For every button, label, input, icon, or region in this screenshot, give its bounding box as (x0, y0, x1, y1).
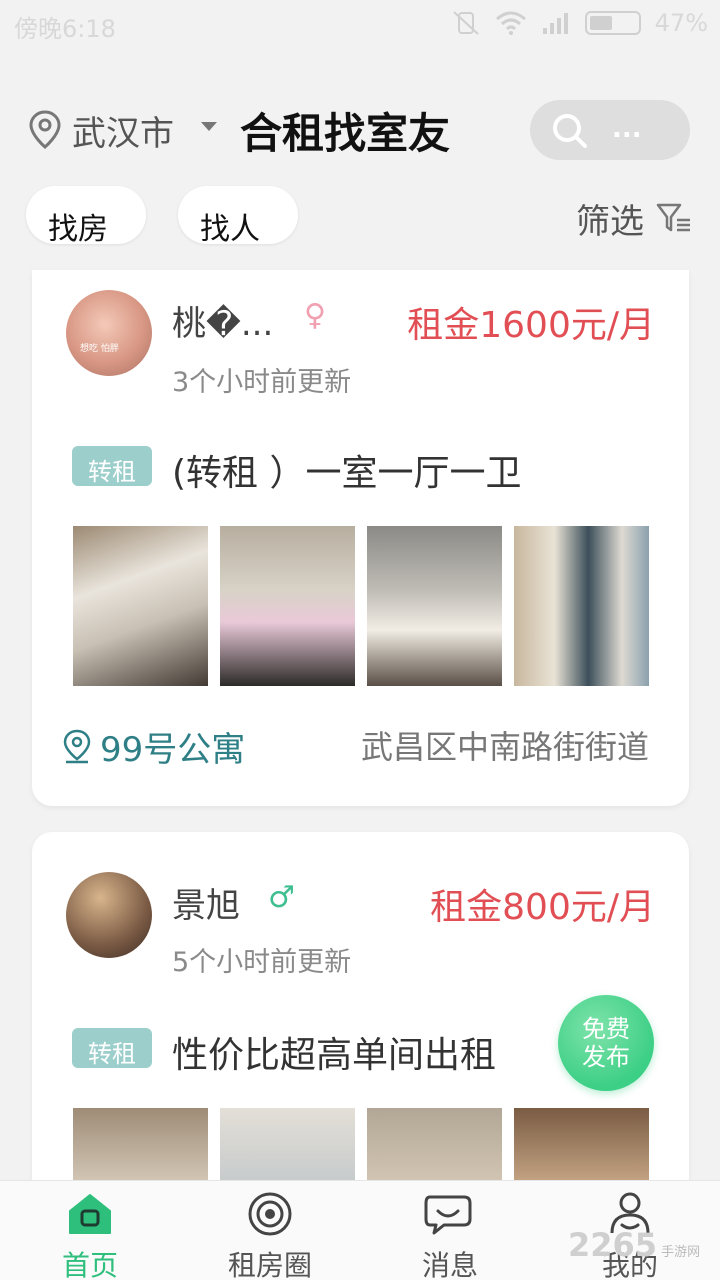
wifi-icon (495, 11, 526, 35)
signal-icon (542, 13, 568, 34)
rent-price: 租金1600元/月 (407, 305, 655, 346)
listing-tag: 转租 (72, 446, 152, 486)
photo-strip (73, 526, 649, 686)
rent-price: 租金800元/月 (430, 887, 655, 928)
updated-time: 5个小时前更新 (172, 947, 352, 978)
chevron-down-icon[interactable] (201, 122, 217, 131)
tab-bar: 找房 找人 筛选 (0, 184, 720, 248)
publish-line-1: 免费 (582, 1015, 630, 1043)
watermark-sub: 手游网 (661, 1245, 701, 1260)
page-title: 合租找室友 (240, 109, 451, 158)
search-icon (553, 114, 587, 148)
home-icon (69, 1194, 111, 1234)
listing-title: 性价比超高单间出租 (172, 1035, 497, 1076)
updated-time: 3个小时前更新 (172, 367, 352, 398)
battery-percent: 47% (654, 9, 708, 37)
location-pin-icon (63, 729, 91, 763)
nav-messages-label: 消息 (421, 1249, 478, 1280)
room-photo[interactable] (514, 526, 649, 686)
listing-title: (转租 ）一室一厅一卫 (172, 453, 522, 494)
status-bar: 傍晚6:18 47% (0, 0, 720, 48)
nav-home[interactable]: 首页 (30, 1191, 150, 1280)
listing-tag: 转租 (72, 1028, 152, 1068)
filter-button[interactable]: 筛选 (576, 194, 692, 243)
district-name: 武昌区中南路街街道 (360, 728, 649, 766)
male-icon: ♂ (268, 880, 295, 915)
poster-name: 桃�... (172, 304, 274, 344)
nav-rental-circle[interactable]: 租房圈 (210, 1191, 330, 1280)
room-photo[interactable] (73, 526, 208, 686)
mute-icon (452, 11, 479, 35)
search-button[interactable]: ... (530, 100, 690, 160)
tab-find-person[interactable]: 找人 (178, 186, 298, 244)
female-icon: ♀ (304, 298, 326, 333)
listing-card[interactable]: 想吃 怕胖 桃�... ♀ 3个小时前更新 租金1600元/月 转租 (转租 ）… (32, 270, 689, 806)
watermark-text: 2265 (568, 1226, 658, 1264)
nav-home-label: 首页 (61, 1249, 118, 1280)
tab-find-room[interactable]: 找房 (26, 186, 146, 244)
nav-messages[interactable]: 消息 (390, 1191, 510, 1280)
avatar[interactable]: 想吃 怕胖 (66, 290, 152, 376)
battery-icon (584, 11, 641, 35)
filter-label: 筛选 (576, 202, 644, 242)
room-photo[interactable] (367, 526, 502, 686)
nav-rental-circle-label: 租房圈 (227, 1249, 312, 1280)
location-pin-icon[interactable] (28, 110, 62, 150)
free-publish-button[interactable]: 免费 发布 (558, 995, 654, 1091)
room-photo[interactable] (220, 526, 355, 686)
building-name: 99号公寓 (100, 730, 246, 770)
avatar-caption: 想吃 怕胖 (80, 344, 119, 354)
poster-name: 景旭 (172, 886, 240, 926)
message-icon (424, 1195, 472, 1235)
search-placeholder: ... (612, 114, 642, 144)
city-selector[interactable]: 武汉市 (72, 106, 174, 155)
avatar[interactable] (66, 872, 152, 958)
filter-icon (656, 203, 690, 231)
header: 武汉市 合租找室友 ... (0, 96, 720, 166)
publish-line-2: 发布 (582, 1043, 630, 1071)
status-icons: 47% (451, 9, 708, 37)
circle-icon (248, 1192, 292, 1236)
watermark: 2265 手游网 (568, 1226, 700, 1264)
building-location[interactable]: 99号公寓 (62, 722, 245, 771)
status-time: 傍晚6:18 (14, 15, 116, 43)
